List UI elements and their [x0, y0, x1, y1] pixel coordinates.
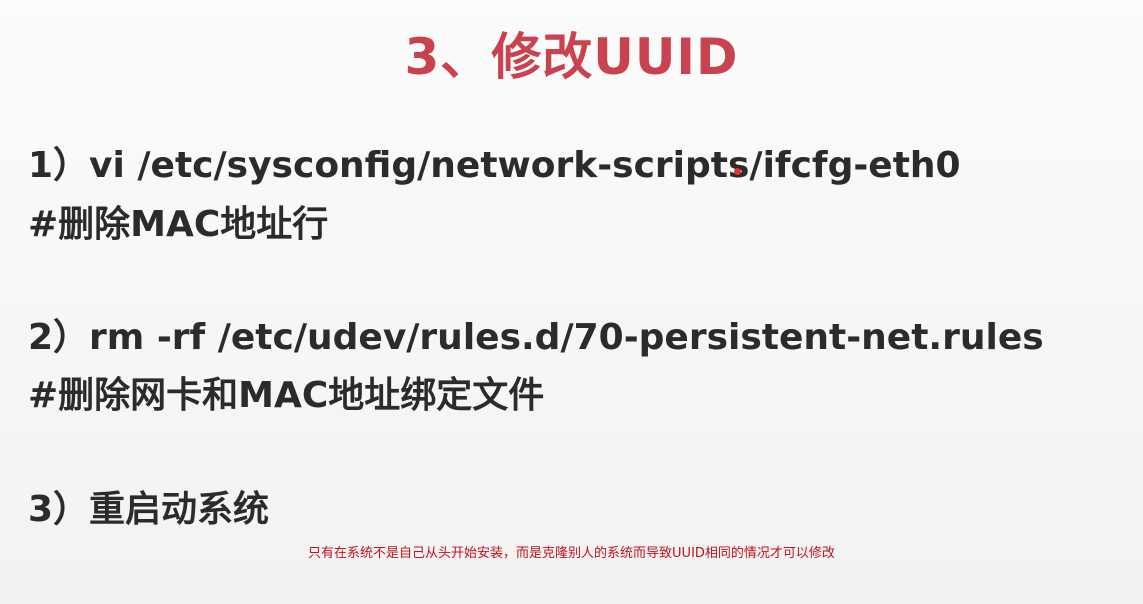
- step-1-command: 1）vi /etc/sysconfig/network-scripts/ifcf…: [28, 145, 961, 186]
- laser-pointer-dot: [734, 168, 741, 175]
- step-1-comment: #删除MAC地址行: [28, 204, 329, 245]
- video-subtitle: 只有在系统不是自己从头开始安装，而是克隆别人的系统而导致UUID相同的情况才可以…: [308, 546, 835, 561]
- step-2-command: 2）rm -rf /etc/udev/rules.d/70-persistent…: [28, 317, 1044, 358]
- slide: 3、修改UUID 1）vi /etc/sysconfig/network-scr…: [0, 0, 1143, 604]
- step-3-text: 3）重启动系统: [28, 489, 270, 530]
- step-2-comment: #删除网卡和MAC地址绑定文件: [28, 375, 545, 416]
- slide-title: 3、修改UUID: [404, 28, 739, 86]
